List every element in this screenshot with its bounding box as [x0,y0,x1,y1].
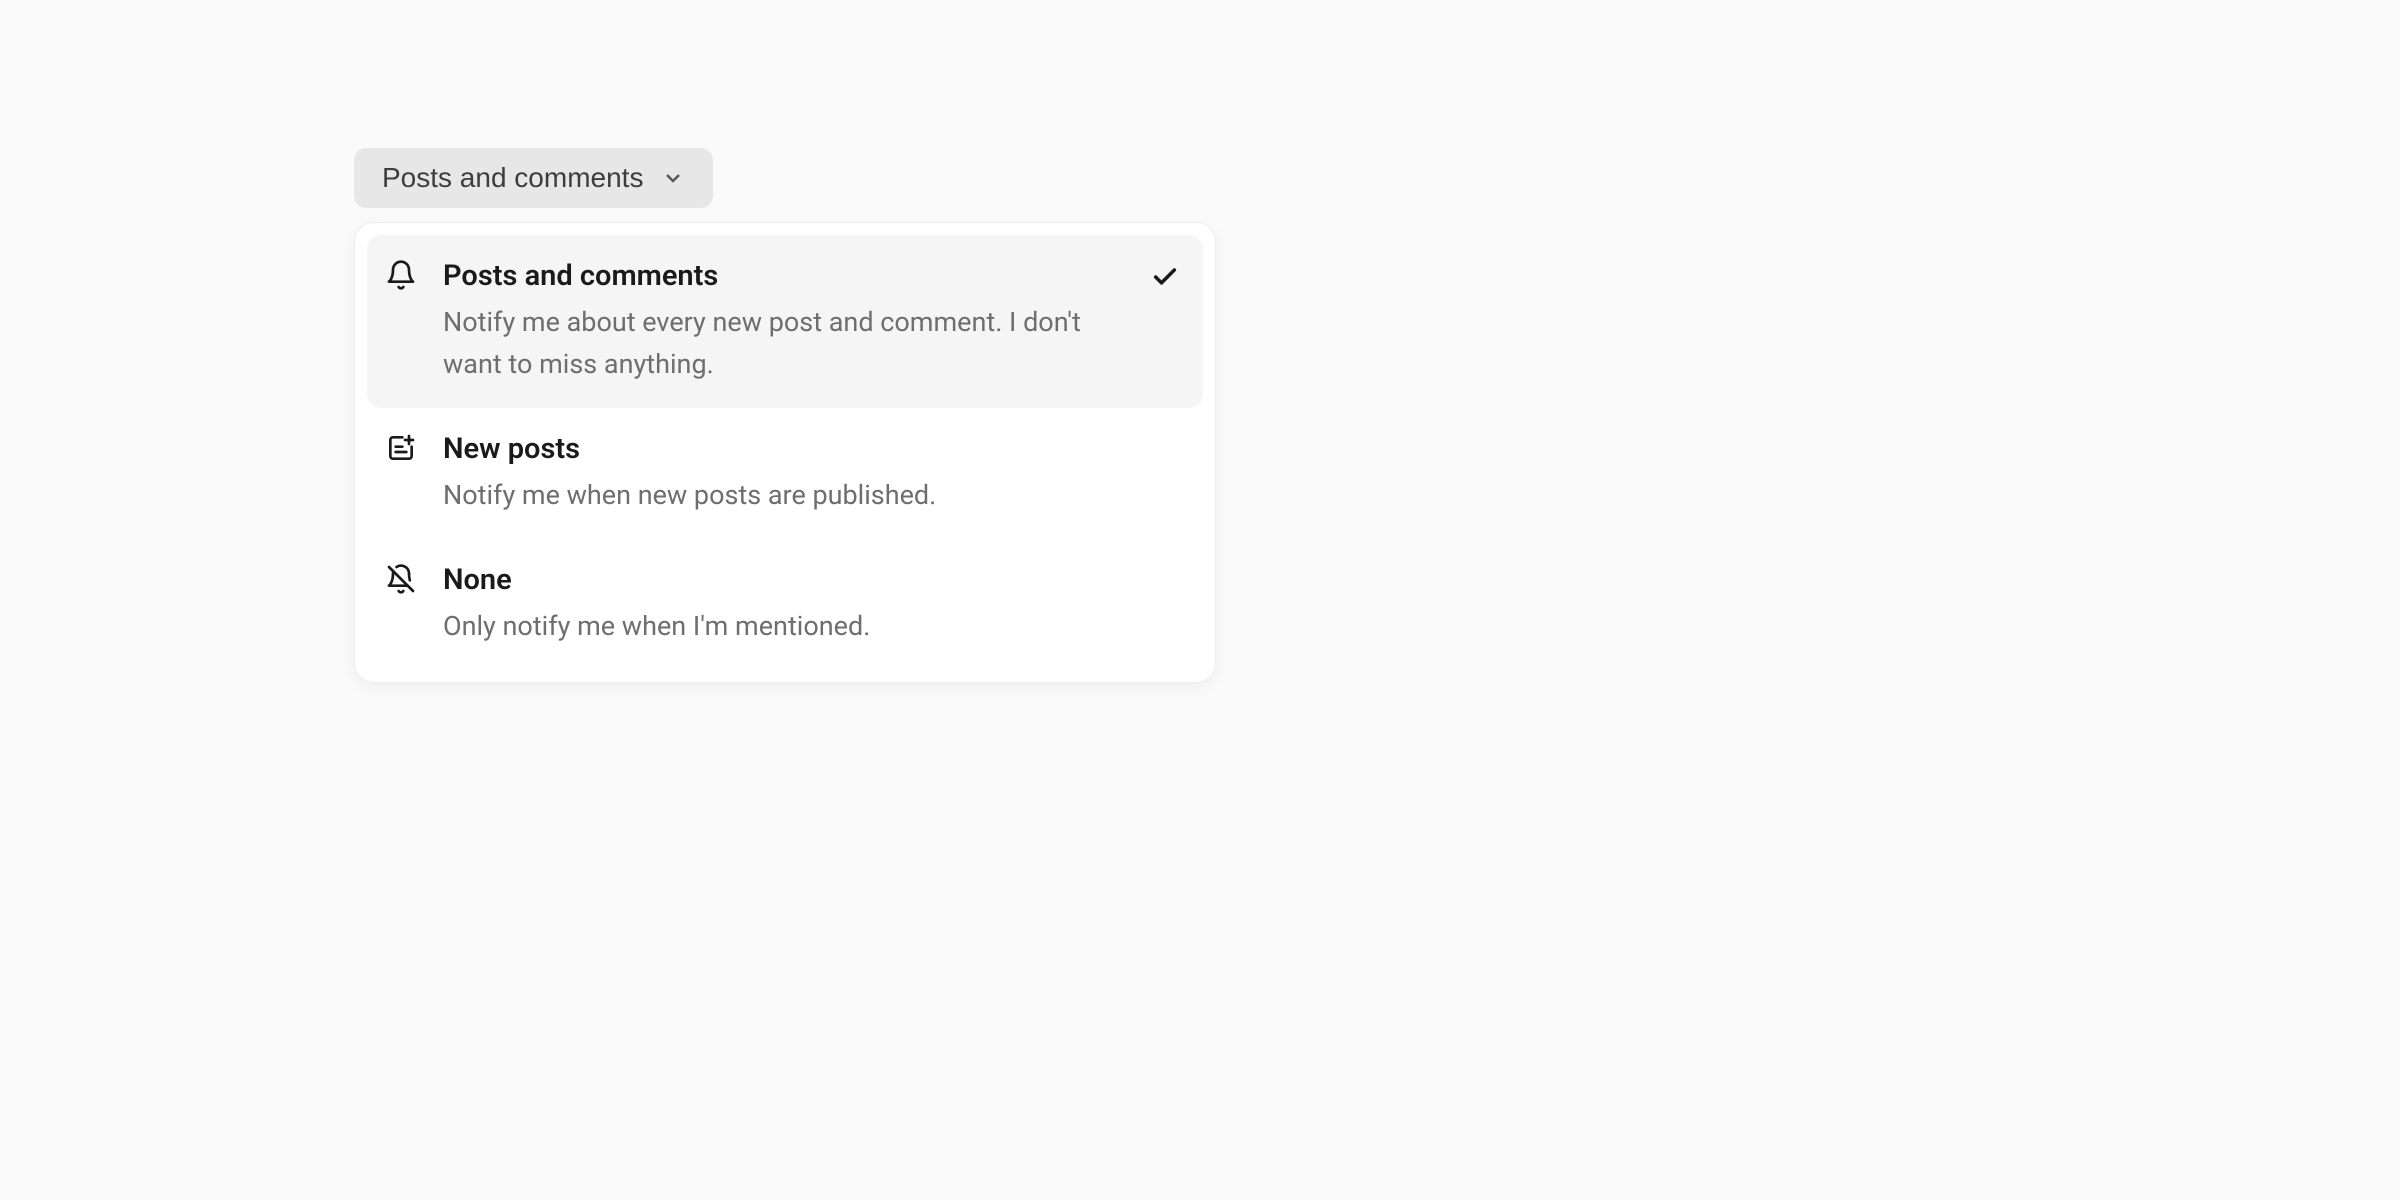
option-new-posts[interactable]: New posts Notify me when new posts are p… [367,408,1203,539]
option-none[interactable]: None Only notify me when I'm mentioned. [367,539,1203,670]
option-title: None [443,561,1179,600]
bell-off-icon [385,563,417,595]
bell-icon [385,259,417,291]
option-description: Notify me about every new post and comme… [443,302,1125,386]
chevron-down-icon [661,166,685,190]
post-add-icon [385,432,417,464]
option-content: None Only notify me when I'm mentioned. [443,561,1179,648]
option-description: Only notify me when I'm mentioned. [443,606,1179,648]
dropdown-panel: Posts and comments Notify me about every… [354,222,1216,683]
check-icon [1151,263,1179,291]
dropdown-container: Posts and comments Posts and comments No… [354,148,1216,683]
option-content: Posts and comments Notify me about every… [443,257,1125,386]
dropdown-trigger[interactable]: Posts and comments [354,148,713,208]
option-title: Posts and comments [443,257,1125,296]
option-description: Notify me when new posts are published. [443,475,1179,517]
dropdown-trigger-label: Posts and comments [382,162,643,194]
option-title: New posts [443,430,1179,469]
option-content: New posts Notify me when new posts are p… [443,430,1179,517]
option-posts-and-comments[interactable]: Posts and comments Notify me about every… [367,235,1203,408]
